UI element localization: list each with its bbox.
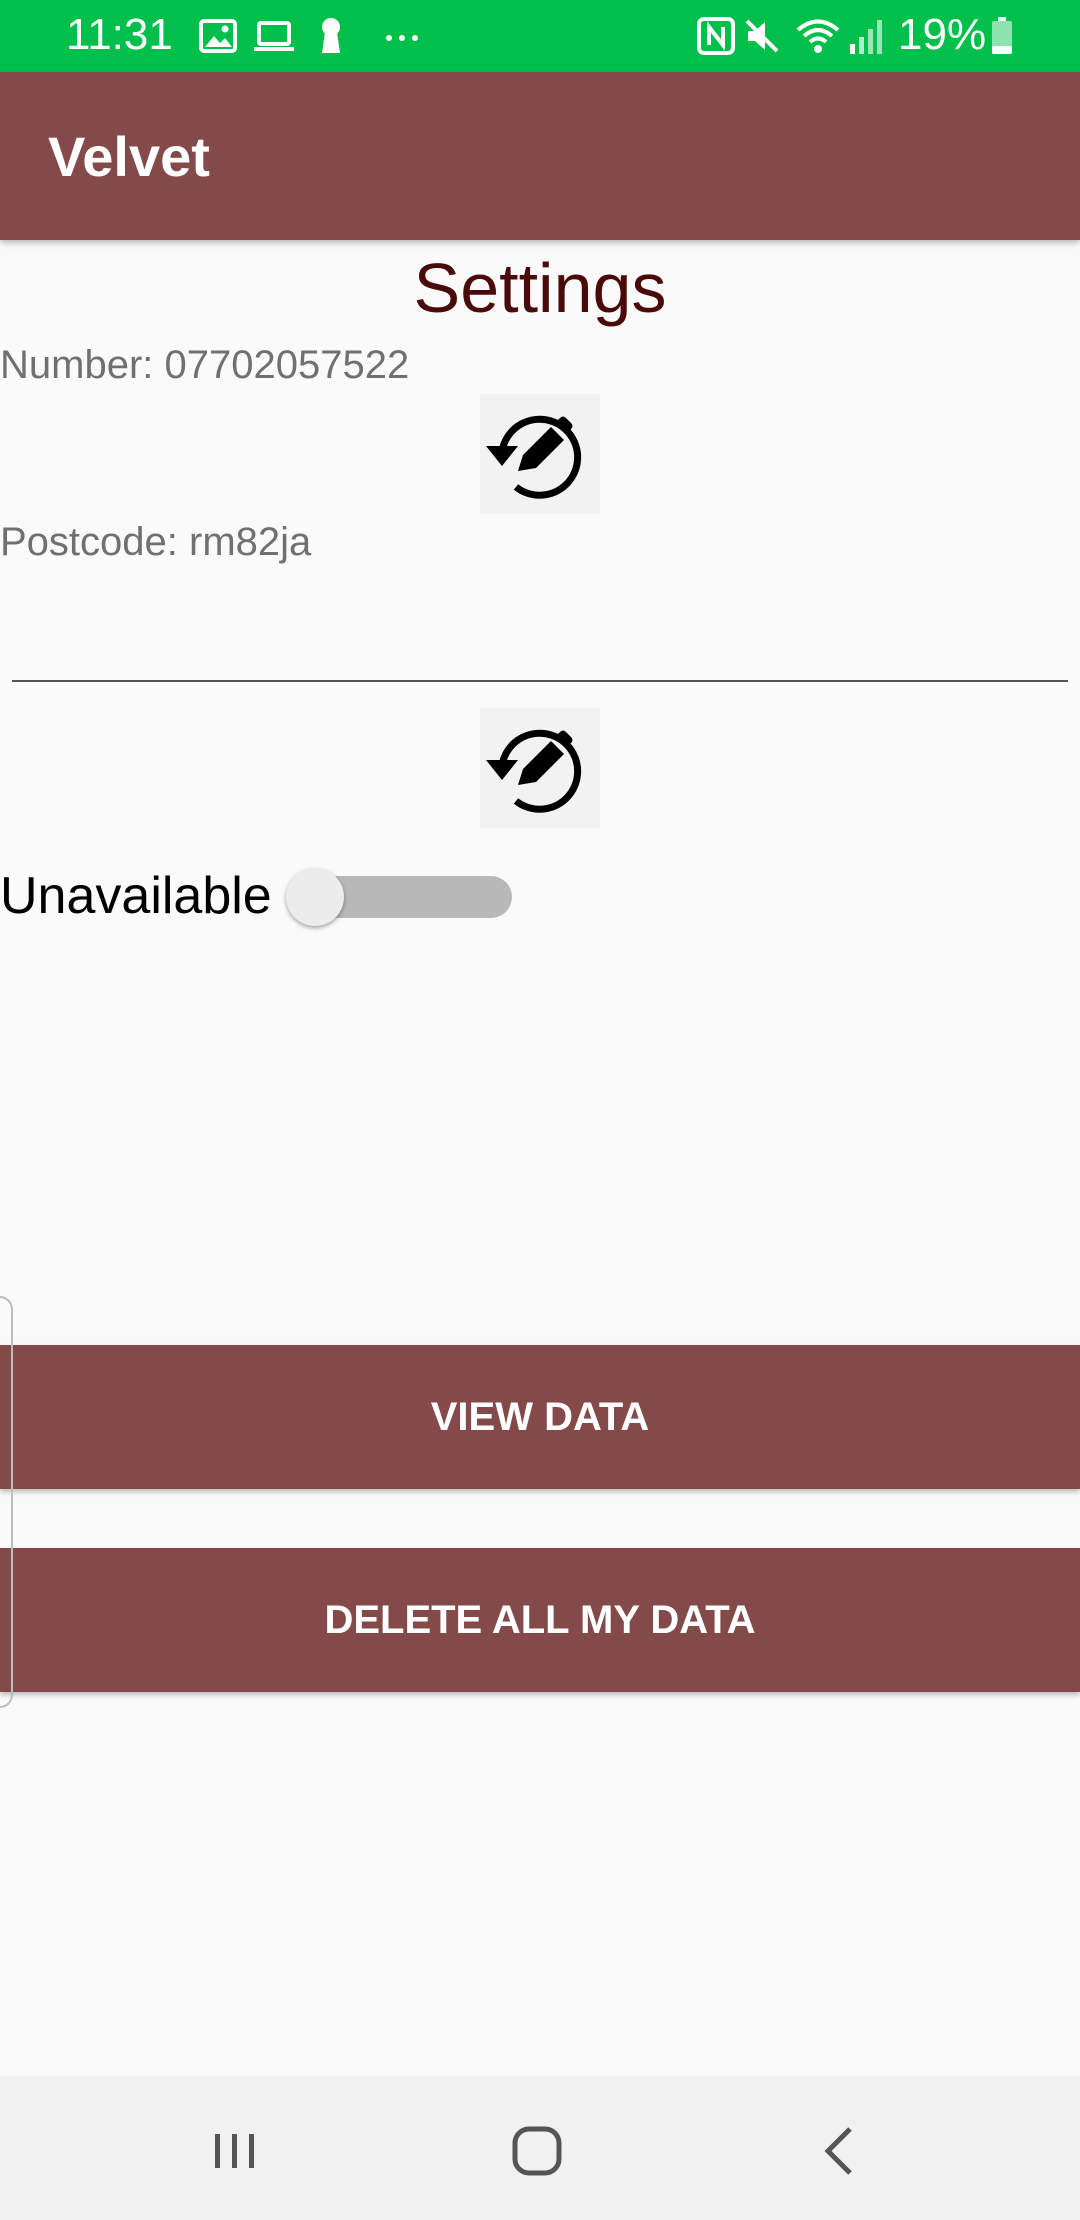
keyhole-icon	[322, 18, 340, 53]
view-data-button[interactable]: VIEW DATA	[0, 1345, 1080, 1489]
battery-icon	[992, 17, 1012, 54]
back-icon[interactable]	[806, 2116, 876, 2186]
postcode-text: Postcode: rm82ja	[0, 520, 312, 564]
home-icon[interactable]	[502, 2116, 572, 2186]
status-bar: 11:31 19%	[0, 0, 1080, 72]
more-icon	[386, 35, 418, 41]
battery-percentage: 19%	[898, 10, 987, 59]
wifi-icon	[796, 19, 840, 53]
nfc-icon	[697, 17, 735, 55]
navigation-bar	[0, 2076, 1080, 2220]
laptop-icon	[254, 21, 294, 51]
signal-icon	[850, 20, 882, 54]
availability-switch-thumb[interactable]	[286, 868, 344, 926]
availability-label: Unavailable	[0, 867, 272, 925]
mute-icon	[745, 19, 779, 53]
page-title: Settings	[413, 249, 667, 327]
postcode-input-underline[interactable]	[12, 680, 1068, 682]
gallery-icon	[199, 19, 237, 53]
edit-history-icon[interactable]	[480, 394, 600, 514]
number-text: Number: 07702057522	[0, 343, 410, 387]
edge-panel-handle[interactable]	[0, 1296, 13, 1708]
app-bar: Velvet	[0, 72, 1080, 240]
edit-history-icon[interactable]	[480, 708, 600, 828]
delete-all-data-button[interactable]: DELETE ALL MY DATA	[0, 1548, 1080, 1692]
app-title: Velvet	[48, 125, 210, 188]
recents-icon[interactable]	[200, 2116, 270, 2186]
status-time: 11:31	[66, 10, 173, 59]
